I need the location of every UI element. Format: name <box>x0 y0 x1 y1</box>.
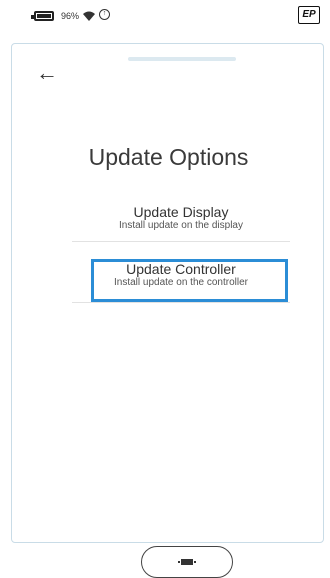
update-controller-option[interactable]: Update Controller Install update on the … <box>72 259 290 303</box>
option-title: Update Controller <box>126 261 236 277</box>
brand-logo: EP <box>298 6 320 24</box>
update-display-option[interactable]: Update Display Install update on the dis… <box>72 204 290 242</box>
page-title: Update Options <box>88 144 249 170</box>
battery-icon <box>31 11 54 21</box>
sync-icon: ↑ <box>99 9 110 20</box>
option-subtitle: Install update on the controller <box>114 277 248 288</box>
option-title: Update Display <box>133 204 229 220</box>
wifi-icon <box>83 11 95 21</box>
home-icon <box>178 559 196 565</box>
status-bar: 96% ↑ EP <box>0 0 330 36</box>
back-arrow-icon[interactable]: ← <box>36 62 58 84</box>
option-subtitle: Install update on the display <box>119 220 243 231</box>
home-button[interactable] <box>141 546 233 578</box>
battery-percent: 96% <box>61 11 80 21</box>
top-indicator <box>128 57 236 61</box>
device-screen: ← Update Options Update Display Install … <box>11 43 324 578</box>
